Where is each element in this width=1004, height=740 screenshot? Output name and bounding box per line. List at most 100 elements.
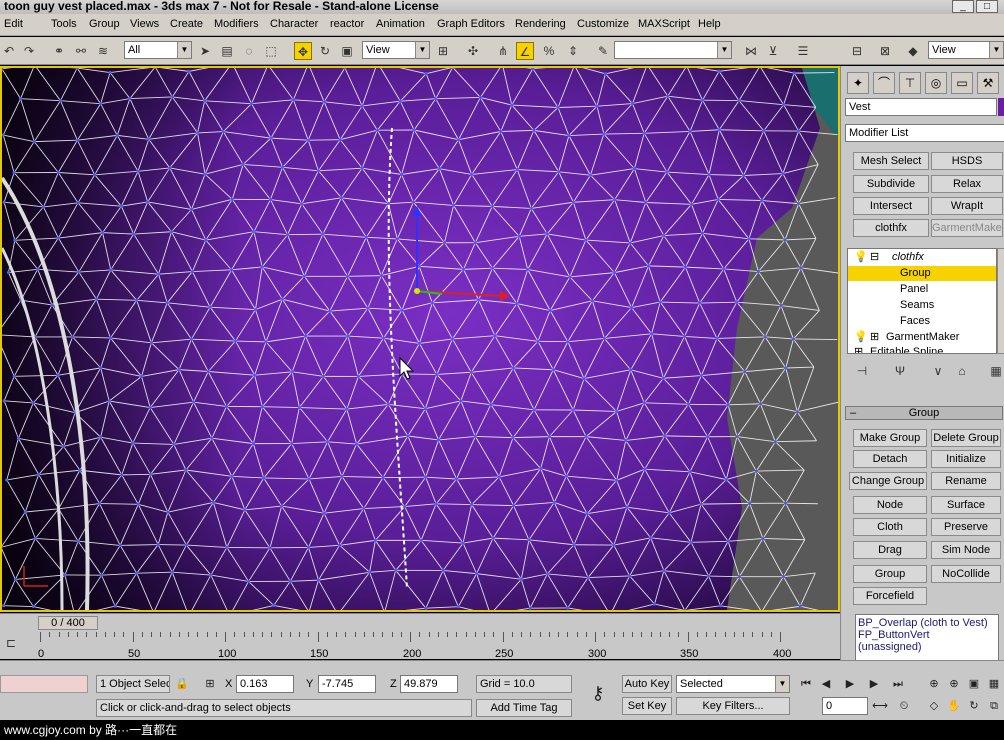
menu-character[interactable]: Character — [270, 18, 318, 30]
menu-modifiers[interactable]: Modifiers — [214, 18, 259, 30]
stack-item-panel[interactable]: Panel — [848, 282, 996, 297]
next-frame-icon[interactable]: ▶ — [866, 676, 882, 692]
select-by-name-icon[interactable]: ▤ — [218, 42, 236, 60]
z-coordinate-field[interactable]: 49.879 — [400, 675, 458, 693]
collapse-rollout-icon[interactable]: – — [850, 407, 856, 419]
add-time-tag-button[interactable]: Add Time Tag — [476, 699, 572, 717]
modify-tab-icon[interactable]: ⌒ — [873, 72, 895, 94]
hierarchy-tab-icon[interactable]: ⊤ — [899, 72, 921, 94]
scale-icon[interactable]: ▣ — [338, 42, 356, 60]
nocollide-button[interactable]: NoCollide — [931, 565, 1001, 583]
intersect-button[interactable]: Intersect — [853, 197, 929, 215]
expand-icon[interactable]: ⊞ — [854, 345, 863, 353]
maximize-button[interactable]: □ — [976, 0, 998, 13]
zoom-extents-all-icon[interactable]: ▦ — [986, 676, 1002, 692]
collapse-icon[interactable]: ⊟ — [870, 250, 879, 265]
schematic-icon[interactable]: ⊠ — [876, 42, 894, 60]
utilities-tab-icon[interactable]: ⚒ — [977, 72, 999, 94]
perspective-viewport[interactable] — [0, 66, 840, 612]
preserve-button[interactable]: Preserve — [931, 518, 1001, 536]
render-view-dropdown[interactable]: View ▼ — [928, 41, 1004, 59]
menu-group[interactable]: Group — [89, 18, 120, 30]
stack-item-seams[interactable]: Seams — [848, 298, 996, 313]
menu-views[interactable]: Views — [130, 18, 159, 30]
key-mode-dropdown[interactable]: Selected ▼ — [676, 675, 790, 693]
track-bar-toggle-icon[interactable]: ⊏ — [2, 634, 20, 652]
menu-create[interactable]: Create — [170, 18, 203, 30]
detach-button[interactable]: Detach — [853, 450, 927, 468]
remove-modifier-icon[interactable]: ⌂ — [953, 362, 971, 380]
time-slider[interactable]: 0 / 400 — [38, 616, 98, 630]
display-tab-icon[interactable]: ▭ — [951, 72, 973, 94]
menu-graph-editors[interactable]: Graph Editors — [437, 18, 505, 30]
region-icon[interactable]: ◌ — [240, 42, 258, 60]
redo-icon[interactable]: ↷ — [20, 42, 38, 60]
stack-item-editable-spline[interactable]: ⊞ Editable Spline — [848, 345, 996, 353]
window-crossing-icon[interactable]: ⬚ — [262, 42, 280, 60]
set-key-button[interactable]: Set Key — [622, 697, 672, 715]
selection-filter-dropdown[interactable]: All ▼ — [124, 41, 192, 59]
select-manipulate-icon[interactable]: ✣ — [464, 42, 482, 60]
group-info-line[interactable]: BP_Overlap (cloth to Vest) — [858, 617, 996, 629]
track-bar[interactable]: 0 50 100 150 200 250 300 350 400 — [38, 632, 791, 660]
group-button[interactable]: Group — [853, 565, 927, 583]
lightbulb-icon[interactable]: 💡 — [854, 250, 868, 265]
menu-maxscript[interactable]: MAXScript — [638, 18, 690, 30]
go-to-start-icon[interactable]: ⏮ — [798, 676, 814, 692]
maxscript-listener[interactable] — [0, 675, 88, 693]
relax-button[interactable]: Relax — [931, 175, 1003, 193]
minimize-button[interactable]: _ — [952, 0, 974, 13]
y-coordinate-field[interactable]: -7.745 — [318, 675, 376, 693]
arc-rotate-icon[interactable]: ↻ — [966, 698, 982, 714]
subdivide-button[interactable]: Subdivide — [853, 175, 929, 193]
material-editor-icon[interactable]: ◆ — [904, 42, 922, 60]
select-icon[interactable]: ➤ — [196, 42, 214, 60]
spinner-snap-icon[interactable]: ⇕ — [564, 42, 582, 60]
previous-frame-icon[interactable]: ◀ — [818, 676, 834, 692]
menu-edit[interactable]: Edit — [4, 18, 23, 30]
object-color-swatch[interactable] — [998, 98, 1004, 116]
menu-animation[interactable]: Animation — [376, 18, 425, 30]
align-icon[interactable]: ⊻ — [764, 42, 782, 60]
snap-toggle-icon[interactable]: ⋔ — [494, 42, 512, 60]
viewport-scene[interactable] — [2, 68, 838, 610]
pan-icon[interactable]: ✋ — [946, 698, 962, 714]
layer-icon[interactable]: ☰ — [794, 42, 812, 60]
angle-snap-icon[interactable]: ∠ — [516, 42, 534, 60]
undo-icon[interactable]: ↶ — [0, 42, 18, 60]
absolute-mode-icon[interactable]: ⊞ — [202, 676, 218, 692]
stack-item-group[interactable]: Group — [848, 266, 996, 281]
rotate-icon[interactable]: ↻ — [316, 42, 334, 60]
group-info-line[interactable]: FP_ButtonVert (unassigned) — [858, 629, 996, 653]
mesh-select-button[interactable]: Mesh Select — [853, 152, 929, 170]
expand-icon[interactable]: ⊞ — [870, 330, 879, 345]
group-info-list[interactable]: BP_Overlap (cloth to Vest) FP_ButtonVert… — [855, 614, 999, 664]
group-rollout-header[interactable]: – Group — [845, 406, 1003, 420]
make-unique-icon[interactable]: ∨ — [929, 362, 947, 380]
zoom-extents-icon[interactable]: ▣ — [966, 676, 982, 692]
play-icon[interactable]: ▶ — [842, 676, 858, 692]
modifier-list-dropdown[interactable]: Modifier List — [845, 124, 1004, 142]
surface-button[interactable]: Surface — [931, 496, 1001, 514]
change-group-button[interactable]: Change Group — [849, 472, 927, 490]
move-icon[interactable]: ✥ — [294, 42, 312, 60]
menu-tools[interactable]: Tools — [51, 18, 77, 30]
curve-editor-icon[interactable]: ⊟ — [848, 42, 866, 60]
pin-stack-icon[interactable]: ⊣ — [853, 362, 871, 380]
pivot-icon[interactable]: ⊞ — [434, 42, 452, 60]
time-config-icon[interactable]: ⏲ — [896, 698, 912, 714]
garmentmaker-button[interactable]: GarmentMaker — [931, 219, 1003, 237]
menu-rendering[interactable]: Rendering — [515, 18, 566, 30]
stack-item-garmentmaker[interactable]: 💡 ⊞ GarmentMaker — [848, 330, 996, 345]
zoom-all-icon[interactable]: ⊕ — [946, 676, 962, 692]
stack-item-clothfx[interactable]: 💡 ⊟ clothfx — [848, 250, 996, 265]
menu-customize[interactable]: Customize — [577, 18, 629, 30]
link-icon[interactable]: ⚭ — [50, 42, 68, 60]
current-frame-field[interactable]: 0 — [822, 697, 868, 715]
key-filters-button[interactable]: Key Filters... — [676, 697, 790, 715]
unlink-icon[interactable]: ⚯ — [72, 42, 90, 60]
mirror-icon[interactable]: ⋈ — [742, 42, 760, 60]
show-end-result-icon[interactable]: Ψ — [891, 362, 909, 380]
reference-coord-dropdown[interactable]: View ▼ — [362, 41, 430, 59]
key-icon[interactable]: ⚷ — [584, 684, 612, 702]
